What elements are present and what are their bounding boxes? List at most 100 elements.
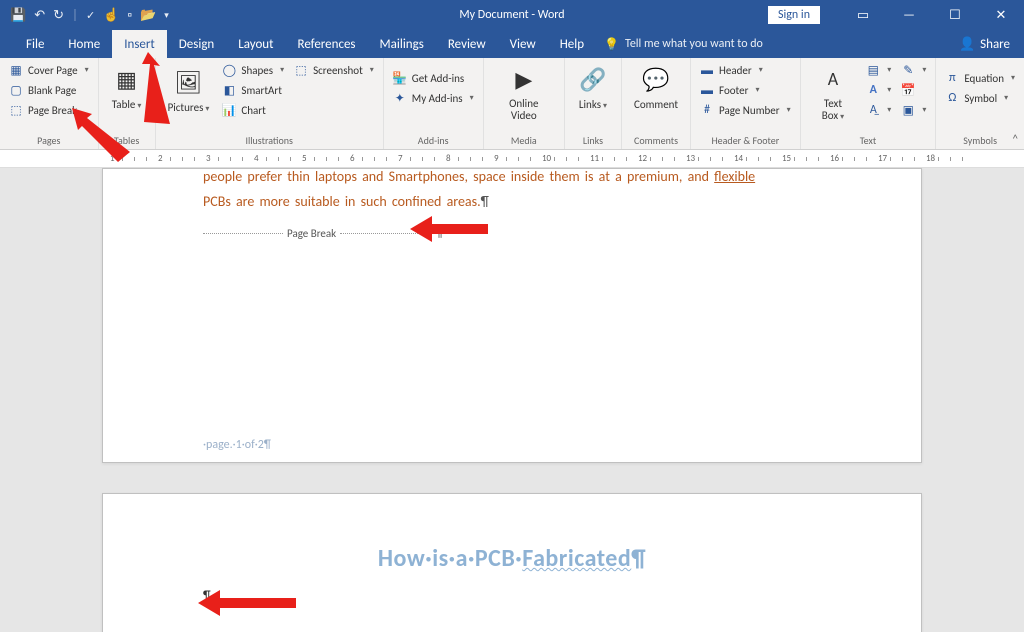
tab-mailings[interactable]: Mailings [368, 30, 436, 58]
page-footer[interactable]: ·page.·1·of·2¶ [203, 438, 271, 452]
group-header-footer: ▬Header▾ ▬Footer▾ #Page Number▾ Header &… [691, 58, 801, 149]
tell-me-text: Tell me what you want to do [625, 37, 763, 51]
minimize-button[interactable]: — [886, 0, 932, 30]
blank-page-button[interactable]: ▢Blank Page [6, 81, 92, 99]
quickparts-icon: ▤ [866, 63, 880, 77]
body-text[interactable]: people prefer thin laptops and Smartphon… [103, 168, 921, 215]
comment-button[interactable]: 💬 Comment [628, 61, 684, 113]
datetime-button[interactable]: 📅 [898, 81, 929, 99]
page-break-icon: ⬚ [9, 103, 23, 117]
smartart-icon: ◧ [222, 83, 236, 97]
qat-more-icon[interactable]: ▾ [164, 10, 169, 21]
group-symbols: πEquation▾ ΩSymbol▾ Symbols [936, 58, 1024, 149]
ribbon-display-icon[interactable]: ▭ [840, 0, 886, 30]
cover-page-button[interactable]: ▦Cover Page▾ [6, 61, 92, 79]
header-button[interactable]: ▬Header▾ [697, 61, 794, 79]
window-title: My Document - Word [459, 8, 564, 22]
datetime-icon: 📅 [901, 83, 915, 97]
tab-file[interactable]: File [14, 30, 56, 58]
textbox-icon: A [817, 63, 849, 95]
open-icon[interactable]: 📂 [140, 8, 156, 23]
screenshot-icon: ⬚ [294, 63, 308, 77]
object-button[interactable]: ▣▾ [898, 101, 929, 119]
symbol-button[interactable]: ΩSymbol▾ [942, 89, 1018, 107]
screenshot-button[interactable]: ⬚Screenshot▾ [291, 61, 377, 79]
group-symbols-label: Symbols [942, 134, 1018, 149]
maximize-button[interactable]: ☐ [932, 0, 978, 30]
addins-icon: ✦ [393, 91, 407, 105]
quick-access-toolbar: 💾 ↶ ↻ | ✓ ☝ ▫ 📂 ▾ [0, 8, 179, 23]
share-icon: 👤 [959, 37, 975, 52]
quick-parts-button[interactable]: ▤▾ [863, 61, 894, 79]
group-addins: 🏪Get Add-ins ✦My Add-ins▾ Add-ins [384, 58, 484, 149]
get-addins-button[interactable]: 🏪Get Add-ins [390, 69, 477, 87]
group-links: 🔗 Links▾ Links [565, 58, 622, 149]
group-hf-label: Header & Footer [697, 134, 794, 149]
text-box-button[interactable]: A Text Box▾ [807, 61, 860, 124]
footer-button[interactable]: ▬Footer▾ [697, 81, 794, 99]
chart-icon: 📊 [222, 103, 236, 117]
group-links-label: Links [571, 134, 615, 149]
sign-in-button[interactable]: Sign in [768, 6, 820, 24]
heading-fabricated[interactable]: How·is·a·PCB·Fabricated¶ [103, 494, 921, 573]
video-icon: ▶ [508, 63, 540, 95]
drop-cap-button[interactable]: A̲▾ [863, 101, 894, 119]
my-addins-button[interactable]: ✦My Add-ins▾ [390, 89, 477, 107]
annotation-arrow-2 [72, 108, 142, 168]
links-button[interactable]: 🔗 Links▾ [571, 61, 615, 113]
equation-icon: π [945, 71, 959, 85]
group-text: A Text Box▾ ▤▾ A▾ A̲▾ ✎▾ 📅 ▣▾ Text [801, 58, 937, 149]
cover-page-icon: ▦ [9, 63, 23, 77]
share-button[interactable]: 👤 Share [959, 37, 1010, 52]
document-area[interactable]: people prefer thin laptops and Smartphon… [0, 168, 1024, 632]
comment-icon: 💬 [640, 63, 672, 95]
online-video-button[interactable]: ▶ Online Video [490, 61, 558, 124]
page-1[interactable]: people prefer thin laptops and Smartphon… [102, 168, 922, 463]
close-button[interactable]: ✕ [978, 0, 1024, 30]
group-comments: 💬 Comment Comments [622, 58, 691, 149]
wordart-button[interactable]: A▾ [863, 81, 894, 99]
link-icon: 🔗 [577, 63, 609, 95]
tab-view[interactable]: View [498, 30, 548, 58]
shapes-icon: ◯ [222, 63, 236, 77]
equation-button[interactable]: πEquation▾ [942, 69, 1018, 87]
signature-icon: ✎ [901, 63, 915, 77]
tab-help[interactable]: Help [548, 30, 596, 58]
page-break-marker[interactable]: Page Break ¶ [203, 227, 821, 240]
signature-button[interactable]: ✎▾ [898, 61, 929, 79]
shapes-button[interactable]: ◯Shapes▾ [219, 61, 287, 79]
group-illustrations-label: Illustrations [162, 134, 377, 149]
horizontal-ruler[interactable]: 123456789101112131415161718 [0, 150, 1024, 168]
spellcheck-icon[interactable]: ✓ [86, 9, 95, 22]
blank-page-icon: ▢ [9, 83, 23, 97]
annotation-arrow-3 [410, 214, 490, 244]
wordart-icon: A [866, 83, 880, 97]
smartart-button[interactable]: ◧SmartArt [219, 81, 287, 99]
group-text-label: Text [807, 134, 930, 149]
group-comments-label: Comments [628, 134, 684, 149]
tab-home[interactable]: Home [56, 30, 112, 58]
touch-icon[interactable]: ☝ [103, 8, 119, 23]
new-doc-icon[interactable]: ▫ [127, 8, 132, 23]
group-media: ▶ Online Video Media [484, 58, 565, 149]
group-media-label: Media [490, 134, 558, 149]
lightbulb-icon: 💡 [604, 37, 619, 52]
page-number-button[interactable]: #Page Number▾ [697, 101, 794, 119]
redo-icon[interactable]: ↻ [53, 8, 64, 23]
dropcap-icon: A̲ [866, 103, 880, 117]
footer-icon: ▬ [700, 83, 714, 97]
chart-button[interactable]: 📊Chart [219, 101, 287, 119]
tab-review[interactable]: Review [436, 30, 498, 58]
group-addins-label: Add-ins [390, 134, 477, 149]
header-icon: ▬ [700, 63, 714, 77]
collapse-ribbon-icon[interactable]: ^ [1013, 132, 1018, 145]
annotation-arrow-4 [198, 588, 298, 618]
undo-icon[interactable]: ↶ [34, 8, 45, 23]
tell-me-search[interactable]: 💡 Tell me what you want to do [604, 37, 763, 52]
object-icon: ▣ [901, 103, 915, 117]
symbol-icon: Ω [945, 91, 959, 105]
tab-layout[interactable]: Layout [226, 30, 285, 58]
tab-references[interactable]: References [286, 30, 368, 58]
save-icon[interactable]: 💾 [10, 8, 26, 23]
title-right: Sign in ▭ — ☐ ✕ [768, 0, 1024, 30]
